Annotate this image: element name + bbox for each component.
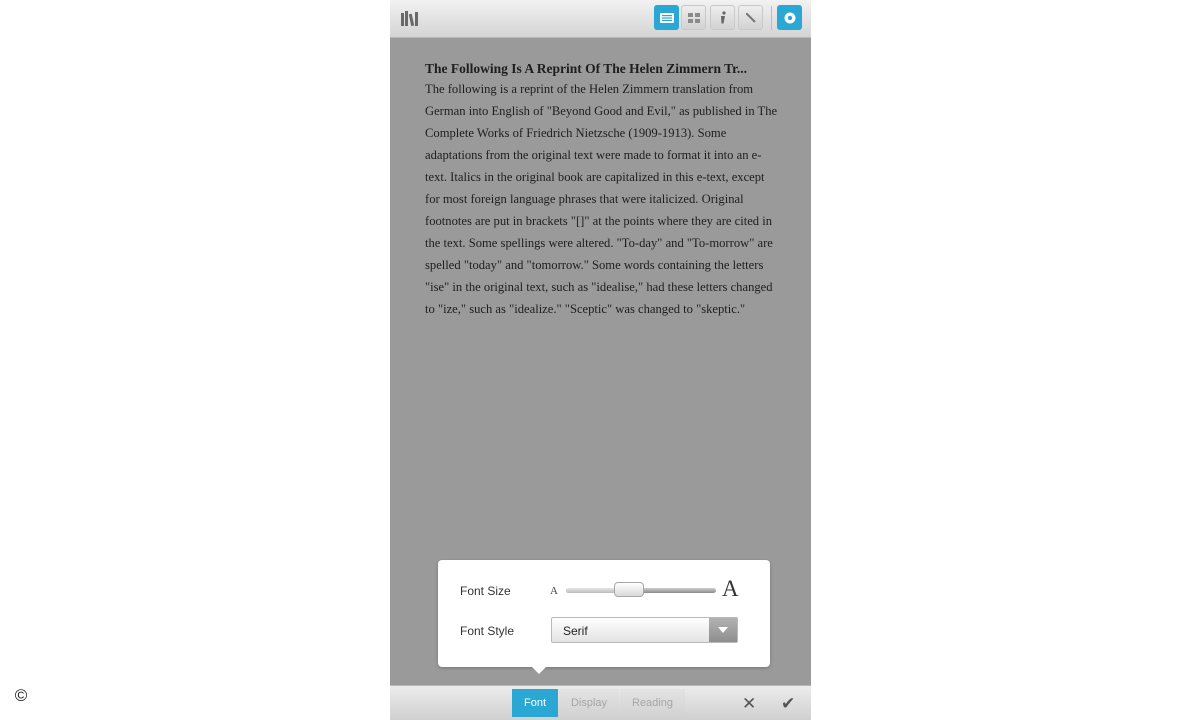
confirm-check-icon[interactable]: ✔ bbox=[781, 694, 795, 714]
font-size-slider-thumb[interactable] bbox=[614, 582, 644, 597]
tab-reading[interactable]: Reading bbox=[620, 689, 685, 717]
chevron-down-icon bbox=[718, 627, 728, 633]
text-view-button[interactable] bbox=[654, 5, 679, 30]
tab-display[interactable]: Display bbox=[559, 689, 619, 717]
library-icon[interactable] bbox=[400, 9, 422, 27]
font-size-slider[interactable] bbox=[566, 582, 716, 597]
grid-view-icon bbox=[687, 12, 700, 23]
bottom-toolbar: Font Display Reading ✕ ✔ bbox=[390, 685, 811, 720]
font-size-small-glyph: A bbox=[550, 585, 558, 597]
font-style-select[interactable]: Serif bbox=[551, 617, 738, 643]
edit-button[interactable] bbox=[738, 5, 763, 30]
info-icon bbox=[720, 10, 726, 23]
copyright-watermark: © bbox=[14, 686, 28, 705]
dropdown-arrow-button[interactable] bbox=[709, 618, 737, 642]
settings-icon bbox=[784, 12, 795, 23]
popup-pointer bbox=[531, 666, 547, 674]
book-title: The Following Is A Reprint Of The Helen … bbox=[425, 61, 748, 76]
font-size-label: Font Size bbox=[460, 584, 511, 598]
grid-view-button[interactable] bbox=[681, 5, 706, 30]
reader-screen: The Following Is A Reprint Of The Helen … bbox=[390, 0, 811, 720]
book-text-area: The Following Is A Reprint Of The Helen … bbox=[425, 60, 780, 320]
info-button[interactable] bbox=[710, 5, 735, 30]
top-toolbar bbox=[390, 0, 811, 38]
text-view-icon bbox=[659, 12, 674, 23]
book-body-text: The following is a reprint of the Helen … bbox=[425, 82, 778, 316]
font-style-label: Font Style bbox=[460, 624, 515, 638]
toolbar-divider bbox=[771, 6, 772, 30]
edit-icon bbox=[745, 12, 756, 23]
settings-button[interactable] bbox=[777, 5, 802, 30]
close-icon[interactable]: ✕ bbox=[742, 694, 756, 714]
font-style-value: Serif bbox=[563, 624, 588, 638]
tab-font[interactable]: Font bbox=[512, 689, 558, 717]
font-settings-popup: Font Size A A Font Style Serif bbox=[438, 560, 770, 667]
font-size-large-glyph: A bbox=[722, 576, 739, 601]
